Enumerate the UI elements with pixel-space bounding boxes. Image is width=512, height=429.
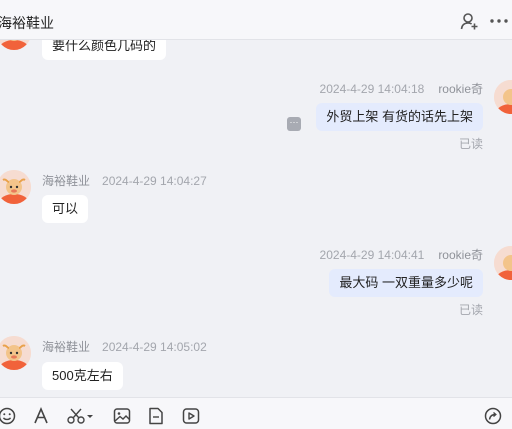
read-status: 已读 <box>458 303 483 317</box>
emoji-icon[interactable] <box>0 406 17 426</box>
add-contact-icon[interactable] <box>459 11 479 31</box>
read-status: 已读 <box>458 137 483 151</box>
font-icon[interactable] <box>31 406 51 426</box>
share-icon[interactable] <box>483 406 503 426</box>
message-meta: 2024-4-29 14:04:18 rookie奇 <box>320 80 483 97</box>
file-icon[interactable] <box>146 406 166 426</box>
my-avatar[interactable] <box>494 80 512 114</box>
message-bubble[interactable]: 最大码 一双重量多少呢 <box>329 269 483 297</box>
my-avatar[interactable] <box>494 246 512 280</box>
message-meta: 海裕鞋业 2024-4-29 14:05:02 <box>42 338 207 355</box>
message-bubble[interactable]: 500克左右 <box>42 362 123 390</box>
contact-avatar[interactable] <box>0 336 31 370</box>
scissors-icon[interactable] <box>66 406 94 426</box>
input-toolbar <box>0 397 512 429</box>
sender-name: 海裕鞋业 <box>42 340 91 354</box>
image-icon[interactable] <box>112 406 132 426</box>
message-list[interactable]: 要什么颜色几码的 2024-4-29 14:04:18 rookie奇 ··· 外… <box>0 40 512 397</box>
message-time: 2024-4-29 14:05:02 <box>102 340 207 354</box>
more-options-icon[interactable]: ··· <box>287 117 301 131</box>
video-icon[interactable] <box>181 406 201 426</box>
message-bubble[interactable]: 要什么颜色几码的 <box>42 40 167 60</box>
message-time: 2024-4-29 14:04:27 <box>102 174 207 188</box>
message-time: 2024-4-29 14:04:41 <box>319 248 425 262</box>
chat-title: 海裕鞋业 <box>0 15 54 31</box>
sender-name: 海裕鞋业 <box>42 174 91 188</box>
more-icon[interactable] <box>489 11 509 31</box>
message-time: 2024-4-29 14:04:18 <box>319 82 425 96</box>
sender-name: rookie奇 <box>438 82 483 96</box>
contact-avatar[interactable] <box>0 170 31 204</box>
message-bubble[interactable]: 可以 <box>42 195 89 223</box>
message-bubble[interactable]: 外贸上架 有货的话先上架 <box>316 103 483 131</box>
message-meta: 海裕鞋业 2024-4-29 14:04:27 <box>42 172 207 189</box>
sender-name: rookie奇 <box>438 248 483 262</box>
contact-avatar[interactable] <box>0 40 31 50</box>
message-meta: 2024-4-29 14:04:41 rookie奇 <box>320 246 483 263</box>
chat-header: 海裕鞋业 <box>0 0 512 40</box>
